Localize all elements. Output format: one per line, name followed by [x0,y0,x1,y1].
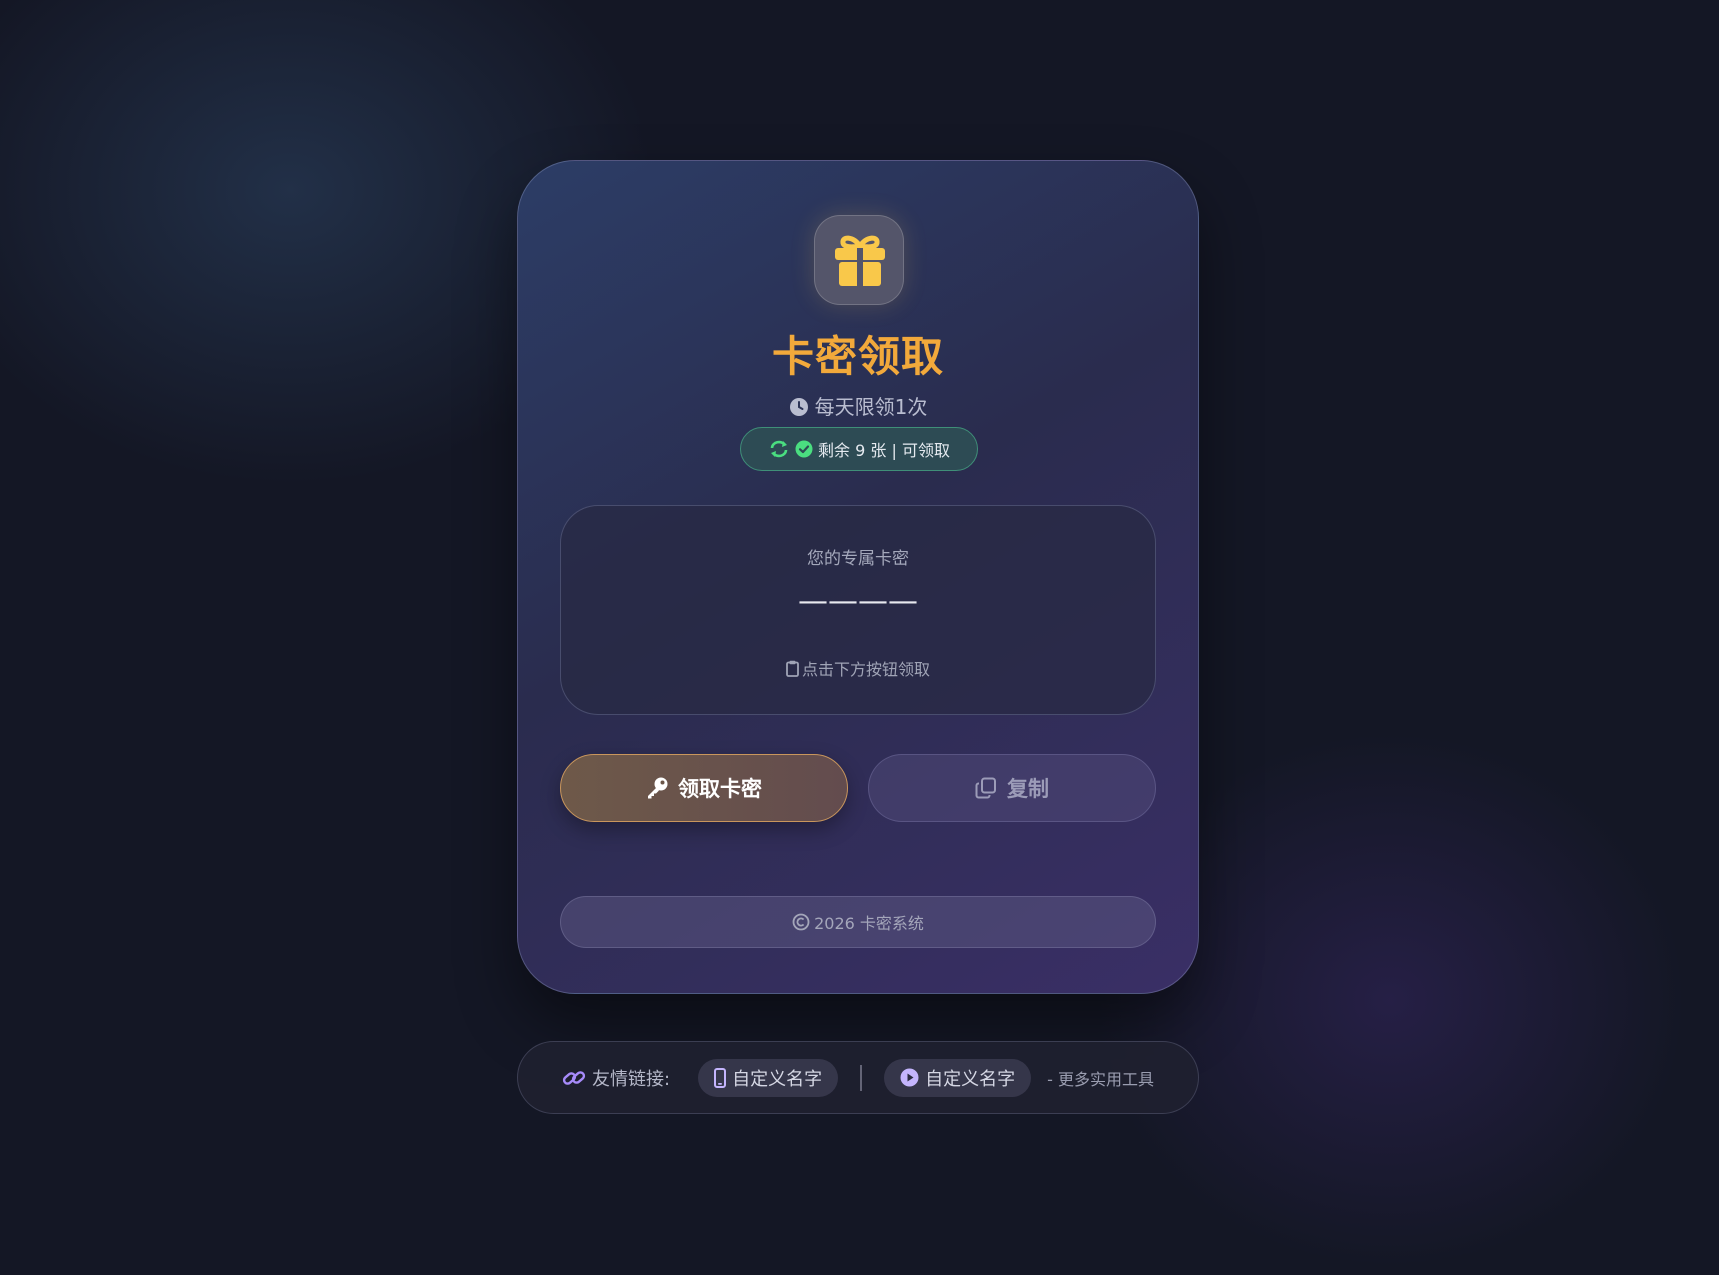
links-divider [860,1064,863,1091]
copyright-bar: 2026 卡密系统 [560,896,1156,948]
card-key-hint: 点击下方按钮领取 [561,656,1155,680]
clock-icon [789,398,808,416]
card-key-hint-text: 点击下方按钮领取 [801,660,930,679]
gift-icon-container [814,215,904,305]
stock-status-text: 剩余 9 张 | 可领取 [818,441,950,460]
play-circle-icon [900,1068,919,1087]
stock-status-badge: 剩余 9 张 | 可领取 [740,427,978,471]
copyright-icon [792,913,810,931]
friendly-links-title: 友情链接: [562,1065,670,1091]
mobile-icon [714,1067,727,1088]
link-icon [562,1070,586,1085]
copy-icon [975,777,996,799]
claim-card-button-label: 领取卡密 [678,777,762,801]
claim-card: 卡密领取 每天限领1次 剩余 9 张 | 可领取 您的专属卡密 ———— 点击下… [517,160,1199,994]
friendly-links-bar: 友情链接: 自定义名字 自定义名字 - 更多实用工具 [517,1041,1199,1114]
friendly-link-2[interactable]: 自定义名字 [884,1058,1032,1097]
more-tools-text: - 更多实用工具 [1047,1069,1154,1089]
copyright-text: 2026 卡密系统 [814,914,924,933]
friendly-link-2-label: 自定义名字 [925,1068,1016,1090]
page-title: 卡密领取 [771,332,944,381]
card-key-value[interactable]: ———— [561,584,1155,619]
friendly-links-label: 友情链接: [592,1068,671,1090]
daily-limit-note: 每天限领1次 [518,391,1198,420]
daily-limit-text: 每天限领1次 [814,395,928,419]
key-icon [648,777,668,799]
refresh-icon [770,440,788,458]
copy-button[interactable]: 复制 [868,754,1156,822]
friendly-link-1-label: 自定义名字 [732,1068,823,1090]
copy-button-label: 复制 [1007,777,1049,801]
claim-card-button[interactable]: 领取卡密 [560,754,848,822]
clipboard-icon [786,660,799,677]
card-key-panel: 您的专属卡密 ———— 点击下方按钮领取 [560,505,1156,715]
friendly-link-1[interactable]: 自定义名字 [698,1058,839,1097]
check-circle-icon [795,440,813,458]
gift-icon [835,235,885,286]
card-key-label: 您的专属卡密 [807,549,909,569]
